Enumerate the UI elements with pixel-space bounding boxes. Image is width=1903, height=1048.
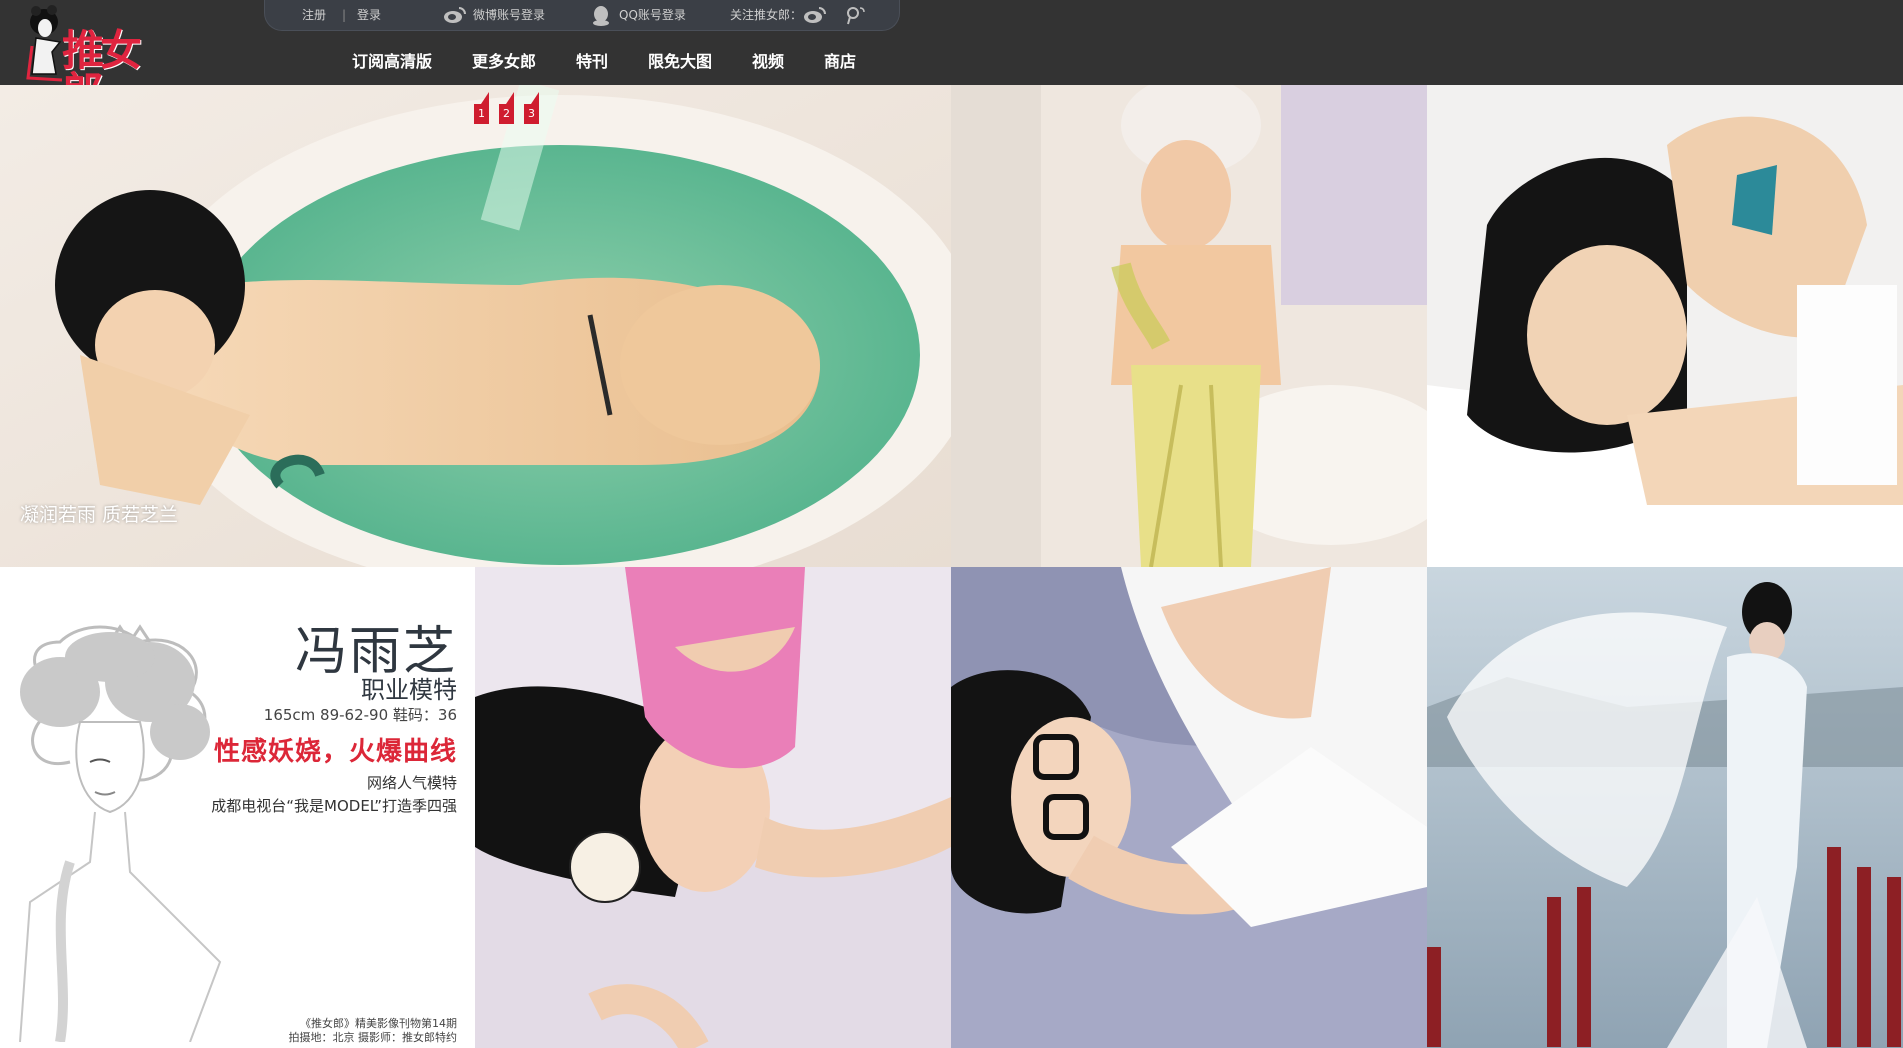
nav-item-shop[interactable]: 商店 (824, 48, 856, 72)
top-bar: 推女郎 注册 | 登录 微博账号登录 QQ账号登录 关注推女郎： 订阅高清版 (0, 0, 1903, 114)
model-description-line-2: 成都电视台“我是MODEL”打造季四强 (211, 797, 457, 815)
weibo-icon[interactable] (443, 5, 467, 25)
slide-indicator-2[interactable]: 2 (499, 92, 514, 124)
photo-credit: 拍摄地：北京 摄影师：推女郎特约 (288, 1031, 458, 1044)
tencent-weibo-icon[interactable] (845, 5, 867, 25)
nav-item-free-large[interactable]: 限免大图 (648, 48, 712, 72)
model-stats: 165cm 89-62-90 鞋码：36 (263, 706, 457, 724)
slide-caption: 凝润若雨 质若芝兰 (20, 504, 179, 526)
model-description-line-1: 网络人气模特 (366, 774, 457, 792)
qq-login-link[interactable]: QQ账号登录 (619, 7, 686, 23)
qq-penguin-icon[interactable] (591, 5, 611, 27)
gallery-photo-4[interactable] (475, 567, 951, 1048)
weibo-login-link[interactable]: 微博账号登录 (473, 7, 545, 23)
nav-item-video[interactable]: 视频 (752, 48, 784, 72)
model-profile: 冯雨芝 职业模特 165cm 89-62-90 鞋码：36 性感妖娆，火爆曲线 … (0, 567, 475, 1048)
model-tagline: 性感妖娆，火爆曲线 (213, 737, 457, 767)
nav-item-more-girls[interactable]: 更多女郎 (472, 48, 536, 72)
weibo-follow-icon[interactable] (803, 5, 827, 25)
gallery-photo-6[interactable] (1427, 567, 1903, 1048)
slide-indicator-3[interactable]: 3 (524, 92, 539, 124)
register-link[interactable]: 注册 (302, 7, 326, 23)
separator: | (342, 8, 347, 22)
sketch-illustration (19, 624, 222, 1042)
hero-slide-photo[interactable] (0, 85, 951, 567)
model-occupation: 职业模特 (361, 676, 457, 704)
nav-item-subscribe-hd[interactable]: 订阅高清版 (352, 48, 432, 72)
follow-label: 关注推女郎： (730, 8, 803, 22)
login-link[interactable]: 登录 (357, 7, 381, 23)
slide-indicator-1[interactable]: 1 (474, 92, 489, 124)
site-logo[interactable]: 推女郎 (22, 2, 167, 114)
gallery-photo-5[interactable] (951, 567, 1427, 1048)
gallery-photo-3[interactable] (1427, 85, 1903, 567)
account-bar: 注册 | 登录 微博账号登录 QQ账号登录 关注推女郎： (264, 0, 900, 31)
gallery-photo-2[interactable] (951, 85, 1427, 567)
nav-item-special-issue[interactable]: 特刊 (576, 48, 608, 72)
